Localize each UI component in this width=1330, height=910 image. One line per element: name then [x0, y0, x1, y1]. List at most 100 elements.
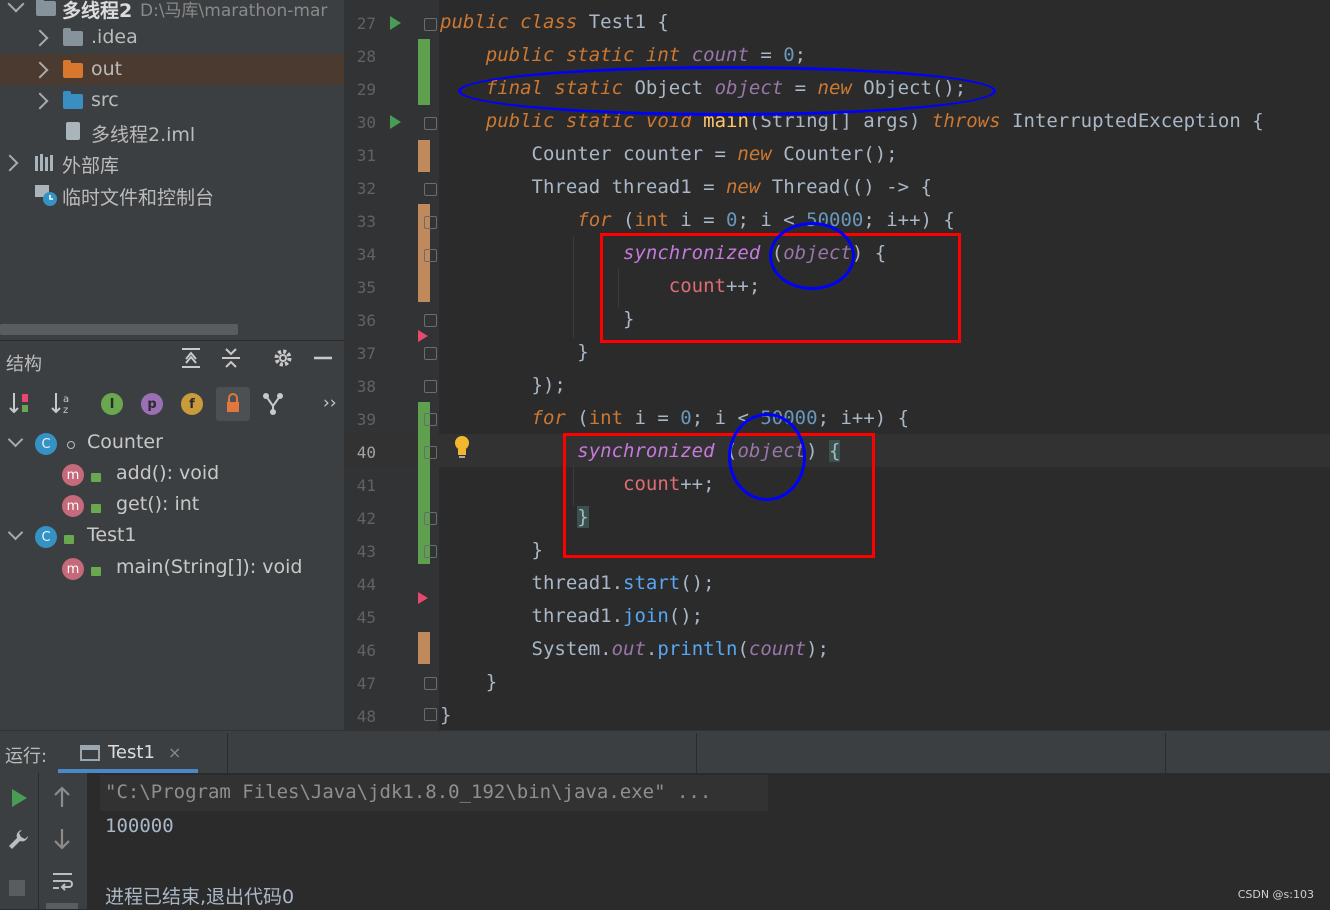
source-folder-icon: [63, 91, 83, 109]
line-number: 37: [356, 344, 376, 363]
chevron-right-icon[interactable]: [31, 92, 49, 110]
fold-icon[interactable]: [424, 380, 437, 393]
arrow-down-icon[interactable]: [52, 828, 72, 854]
chevron-right-icon[interactable]: [31, 29, 49, 47]
tree-item-idea[interactable]: .idea: [0, 22, 344, 53]
fold-icon[interactable]: [424, 117, 437, 130]
tree-item-external-libs[interactable]: 外部库: [0, 147, 344, 178]
structure-method-add[interactable]: m add(): void: [0, 459, 344, 490]
fold-icon[interactable]: [424, 446, 437, 459]
excluded-folder-icon: [63, 60, 83, 78]
annotation-ellipse: [458, 66, 996, 116]
stop-icon[interactable]: [9, 880, 25, 896]
method-icon: m: [62, 495, 84, 517]
static-method-icon: m: [62, 558, 84, 580]
console-command-line: "C:\Program Files\Java\jdk1.8.0_192\bin\…: [105, 781, 712, 803]
line-number: 32: [356, 179, 376, 198]
divider: [696, 733, 697, 773]
package-private-icon: [67, 441, 75, 449]
tree-root[interactable]: 多线程2 D:\马库\marathon-mar: [0, 0, 344, 23]
chevron-down-icon[interactable]: [7, 431, 24, 448]
code-line: }: [440, 539, 543, 561]
fold-icon[interactable]: [424, 249, 437, 262]
expand-all-icon[interactable]: [180, 346, 202, 375]
navigate-icon[interactable]: [262, 392, 284, 421]
fold-icon[interactable]: [424, 216, 437, 229]
line-number: 34: [356, 245, 376, 264]
structure-item-label: Test1: [87, 524, 137, 546]
console-icon: [80, 744, 100, 766]
fold-icon[interactable]: [424, 18, 437, 31]
run-tab-label[interactable]: Test1: [108, 742, 155, 763]
bookmark-marker-icon[interactable]: [418, 330, 428, 342]
fold-icon[interactable]: [424, 183, 437, 196]
gear-icon[interactable]: [272, 347, 294, 374]
chevron-down-icon[interactable]: [7, 524, 24, 541]
toolbar-scroll: [46, 903, 78, 909]
line-number: 41: [356, 476, 376, 495]
vcs-modified-marker[interactable]: [418, 140, 430, 172]
run-class-icon[interactable]: [390, 16, 401, 30]
show-properties-icon[interactable]: p: [141, 393, 163, 415]
console-exit-message: 进程已结束,退出代码0: [105, 886, 295, 908]
tree-item-iml[interactable]: 多线程2.iml: [0, 116, 344, 147]
public-icon: [91, 473, 101, 482]
line-number: 28: [356, 47, 376, 66]
line-number: 39: [356, 410, 376, 429]
collapse-all-icon[interactable]: [220, 346, 242, 375]
chevron-right-icon[interactable]: [31, 61, 49, 79]
console-output: 100000: [105, 815, 174, 837]
vcs-modified-marker[interactable]: [418, 632, 430, 664]
line-number: 42: [356, 509, 376, 528]
bookmark-marker-icon[interactable]: [418, 592, 428, 604]
rerun-icon[interactable]: [10, 788, 28, 812]
show-non-public-toggle[interactable]: [216, 387, 250, 421]
fold-icon[interactable]: [424, 314, 437, 327]
line-number: 27: [356, 14, 376, 33]
fold-icon[interactable]: [424, 545, 437, 558]
public-icon: [91, 504, 101, 513]
tree-item-out[interactable]: out: [0, 54, 344, 85]
run-panel-header: [0, 731, 1330, 773]
structure-class-test1[interactable]: C Test1: [0, 521, 344, 552]
structure-class-counter[interactable]: C Counter: [0, 428, 344, 459]
vcs-added-marker[interactable]: [418, 39, 430, 105]
minimize-icon[interactable]: [313, 348, 333, 373]
wrench-icon[interactable]: [7, 827, 31, 855]
arrow-up-icon[interactable]: [52, 786, 72, 812]
horizontal-scrollbar[interactable]: [0, 324, 238, 335]
fold-icon[interactable]: [424, 413, 437, 426]
structure-item-label: get(): int: [116, 493, 200, 515]
run-main-icon[interactable]: [390, 115, 401, 129]
close-icon[interactable]: ×: [168, 743, 181, 762]
show-fields-icon[interactable]: f: [181, 393, 203, 415]
line-number: 29: [356, 80, 376, 99]
fold-icon[interactable]: [424, 347, 437, 360]
sort-by-visibility-icon[interactable]: [8, 390, 32, 421]
vcs-added-marker[interactable]: [418, 402, 430, 564]
sort-alphabetically-icon[interactable]: az: [50, 390, 74, 421]
line-number: 46: [356, 641, 376, 660]
module-file-icon: [66, 122, 80, 140]
line-number: 30: [356, 113, 376, 132]
line-number: 31: [356, 146, 376, 165]
structure-item-label: main(String[]): void: [116, 556, 303, 578]
code-line: }: [440, 341, 589, 363]
tree-item-src[interactable]: src: [0, 85, 344, 116]
tree-item-scratches[interactable]: 临时文件和控制台: [0, 179, 344, 210]
chevron-down-icon[interactable]: [7, 0, 25, 13]
fold-icon[interactable]: [424, 708, 437, 721]
fold-icon[interactable]: [424, 512, 437, 525]
soft-wrap-icon[interactable]: [51, 870, 75, 896]
show-inherited-icon[interactable]: I: [101, 393, 123, 415]
chevron-right-icon[interactable]: [1, 154, 19, 172]
runnable-class-icon: C: [35, 526, 57, 548]
module-folder-icon: [36, 0, 56, 16]
tree-item-label: 临时文件和控制台: [62, 187, 215, 209]
code-line: thread1.join();: [440, 605, 704, 627]
structure-item-label: Counter: [87, 431, 163, 453]
more-toolbar-button[interactable]: ››: [323, 393, 337, 413]
fold-icon[interactable]: [424, 677, 437, 690]
structure-method-get[interactable]: m get(): int: [0, 490, 344, 521]
structure-method-main[interactable]: m main(String[]): void: [0, 553, 344, 584]
